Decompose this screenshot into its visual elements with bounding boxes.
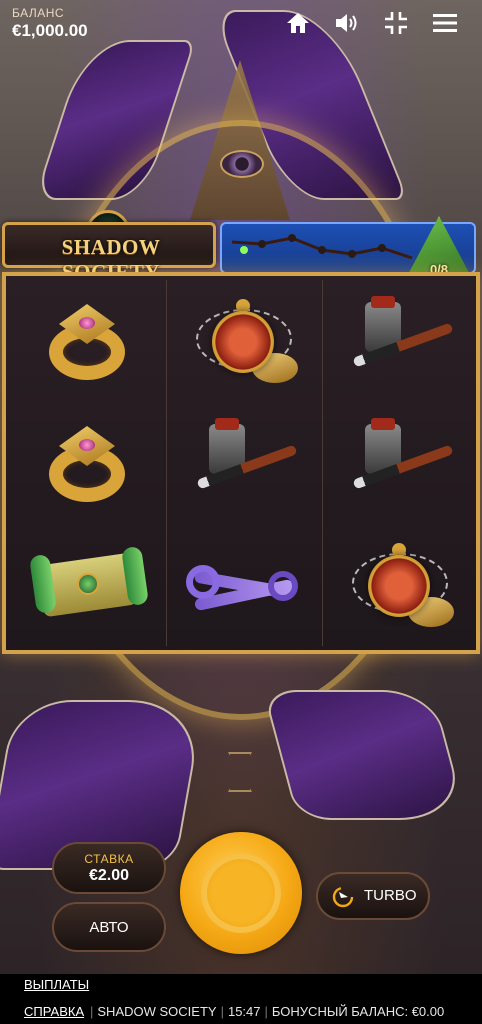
gold-ring-icon	[41, 420, 133, 506]
bet-button[interactable]: СТАВКА €2.00	[52, 842, 166, 894]
turbo-label: TURBO	[364, 887, 417, 904]
sound-icon	[336, 14, 357, 32]
home-button[interactable]	[283, 8, 313, 38]
reel-cell[interactable]	[167, 524, 321, 646]
separator: |	[264, 1004, 268, 1019]
footer-info: | SHADOW SOCIETY | 15:47 | БОНУСНЫЙ БАЛАНС: €…	[86, 1004, 444, 1019]
turbo-icon	[332, 886, 354, 908]
top-bar: БАЛАНС €1,000.00	[0, 0, 482, 48]
home-icon	[287, 13, 309, 33]
reels-grid	[2, 272, 480, 654]
menu-icon	[433, 14, 457, 32]
game-logo: SHADOW SOCIETY	[2, 222, 216, 284]
reel-cell[interactable]	[323, 524, 477, 646]
bonus-balance: БОНУСНЫЙ БАЛАНС: €0.00	[271, 1004, 445, 1019]
ink-and-pen-icon	[189, 418, 299, 508]
spin-icon	[201, 853, 281, 933]
balance-value: €1,000.00	[12, 21, 88, 40]
bet-label: СТАВКА	[84, 852, 134, 866]
reel-cell[interactable]	[323, 402, 477, 524]
gold-ring-icon	[41, 298, 133, 384]
reel-cell[interactable]	[323, 280, 477, 402]
bet-value: €2.00	[88, 867, 130, 884]
turbo-button[interactable]: TURBO	[316, 872, 430, 920]
footer-bar: ВЫПЛАТЫ СПРАВКА | SHADOW SOCIETY | 15:47 | БО…	[0, 974, 482, 1024]
reel-cell[interactable]	[167, 402, 321, 524]
pocket-watch-icon	[194, 293, 298, 389]
separator: |	[220, 1004, 224, 1019]
separator: |	[90, 1004, 94, 1019]
reel-column-1	[10, 280, 164, 646]
collapse-icon	[385, 12, 407, 34]
reel-column-2	[166, 280, 320, 646]
pocket-watch-icon	[350, 537, 454, 633]
auto-button[interactable]: АВТО	[52, 902, 166, 952]
sound-button[interactable]	[332, 8, 362, 38]
purple-keys-icon	[184, 545, 304, 625]
ink-and-pen-icon	[345, 296, 455, 386]
exit-fullscreen-button[interactable]	[381, 8, 411, 38]
menu-button[interactable]	[430, 8, 460, 38]
balance-label: БАЛАНС	[12, 6, 65, 20]
auto-label: АВТО	[89, 919, 129, 936]
footer-game-name: SHADOW SOCIETY	[97, 1004, 217, 1019]
payouts-link[interactable]: ВЫПЛАТЫ	[24, 977, 89, 992]
reel-cell[interactable]	[10, 524, 164, 646]
help-link[interactable]: СПРАВКА	[24, 1004, 84, 1019]
green-scroll-icon	[27, 537, 149, 633]
reel-cell[interactable]	[167, 280, 321, 402]
footer-time: 15:47	[227, 1004, 261, 1019]
reel-cell[interactable]	[10, 280, 164, 402]
spin-button[interactable]	[180, 832, 302, 954]
ink-and-pen-icon	[345, 418, 455, 508]
reel-cell[interactable]	[10, 402, 164, 524]
reel-column-3	[322, 280, 476, 646]
